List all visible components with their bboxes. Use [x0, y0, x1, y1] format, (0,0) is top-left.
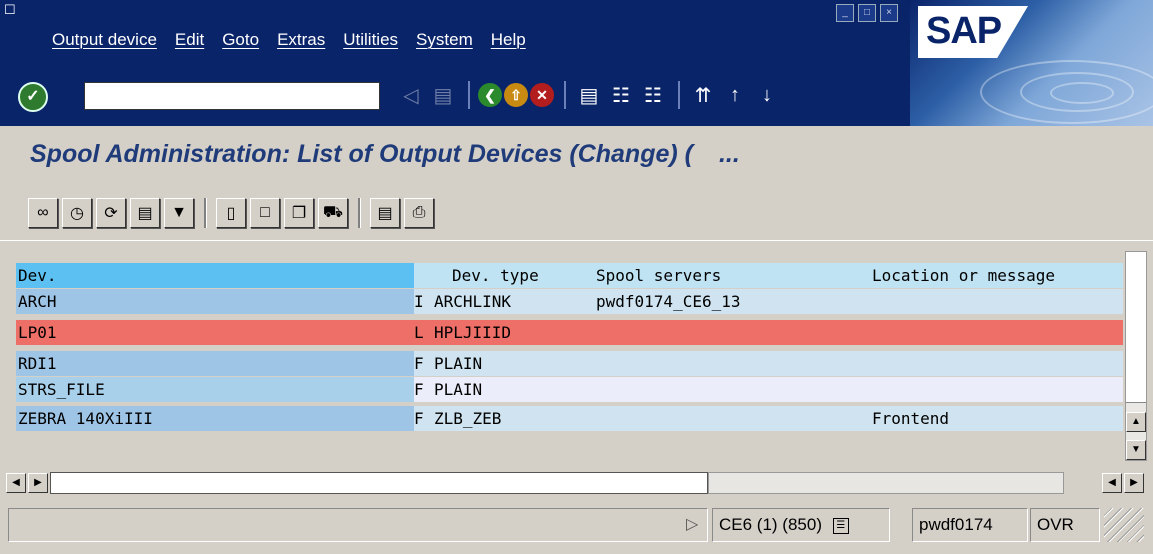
- horizontal-scrollbar-left[interactable]: [50, 472, 708, 494]
- menu-system[interactable]: System: [416, 30, 473, 50]
- cell-spool-server: pwdf0174_CE6_13: [596, 292, 741, 311]
- system-info-list-icon[interactable]: ☰: [832, 517, 849, 534]
- scroll-left-icon[interactable]: ◀: [1102, 473, 1122, 493]
- minimize-button[interactable]: _: [836, 4, 854, 22]
- find-icon[interactable]: ☷: [606, 80, 636, 110]
- previous-page-icon[interactable]: ↑: [720, 80, 750, 110]
- horizontal-scrollbar-right[interactable]: [708, 472, 1064, 494]
- expand-status-icon[interactable]: ▷: [686, 514, 698, 534]
- table-row[interactable]: RDI1 F PLAIN: [16, 351, 1123, 376]
- header-dev[interactable]: Dev.: [16, 263, 414, 288]
- scroll-left-icon[interactable]: ◀: [6, 473, 26, 493]
- print-icon[interactable]: ▤: [574, 80, 604, 110]
- system-info: CE6 (1) (850) ☰: [712, 508, 890, 542]
- header-dev-type[interactable]: Dev. type: [452, 263, 539, 288]
- menu-goto[interactable]: Goto: [222, 30, 259, 50]
- table-row[interactable]: ZEBRA 140XiIII F ZLB_ZEB Frontend: [16, 406, 1123, 431]
- cell-location: Frontend: [872, 409, 950, 428]
- exit-icon[interactable]: ⇧: [504, 83, 528, 107]
- cell-dev[interactable]: ARCH: [16, 289, 414, 314]
- create-icon[interactable]: □: [250, 198, 280, 228]
- header-location[interactable]: Location or message: [872, 263, 1055, 288]
- page-title: Spool Administration: List of Output Dev…: [30, 140, 740, 168]
- menu: Output device Edit Goto Extras Utilities…: [52, 30, 544, 50]
- status-message-area: [8, 508, 708, 542]
- window-controls: _ □ ×: [836, 4, 898, 22]
- system-menu-icon[interactable]: ☐: [4, 2, 20, 18]
- cell-dev-type: ZLB_ZEB: [434, 409, 502, 428]
- back-icon[interactable]: ❮: [478, 83, 502, 107]
- menu-extras[interactable]: Extras: [277, 30, 325, 50]
- history-clock-icon[interactable]: ◷: [62, 198, 92, 228]
- details-icon[interactable]: ▤: [370, 198, 400, 228]
- cell-dev[interactable]: ZEBRA 140XiIII: [16, 406, 414, 431]
- cell-class: F: [414, 380, 424, 399]
- cell-dev-type: PLAIN: [434, 354, 483, 373]
- scroll-up-icon[interactable]: ▲: [1126, 412, 1146, 432]
- scroll-down-icon[interactable]: ▼: [1126, 440, 1146, 460]
- sap-logo-panel: SAP: [910, 0, 1153, 126]
- printer-icon[interactable]: ⎙: [404, 198, 434, 228]
- cell-class: F: [414, 354, 424, 373]
- find-next-icon[interactable]: ☷: [638, 80, 668, 110]
- title-bar: Spool Administration: List of Output Dev…: [0, 126, 1153, 184]
- command-field[interactable]: [84, 82, 380, 110]
- resize-grip[interactable]: [1104, 508, 1144, 542]
- filter-icon[interactable]: ▼: [164, 198, 194, 228]
- copy-icon[interactable]: ❐: [284, 198, 314, 228]
- delete-icon[interactable]: ▯: [216, 198, 246, 228]
- next-page-icon[interactable]: ↓: [752, 80, 782, 110]
- close-button[interactable]: ×: [880, 4, 898, 22]
- cell-dev[interactable]: RDI1: [16, 351, 414, 376]
- cell-dev-type: PLAIN: [434, 380, 483, 399]
- menu-edit[interactable]: Edit: [175, 30, 204, 50]
- cell-dev[interactable]: LP01: [16, 320, 414, 345]
- table-row[interactable]: LP01 L HPLJIIID: [16, 320, 1123, 345]
- menu-utilities[interactable]: Utilities: [343, 30, 398, 50]
- save-icon[interactable]: ▤: [428, 80, 458, 110]
- standard-toolbar-icons: ◁ ▤ ❮ ⇧ ✕ ▤ ☷ ☷ ⇈ ↑ ↓: [396, 80, 784, 110]
- standard-toolbar: ✓ ▤ ◁ ▤ ❮ ⇧ ✕ ▤ ☷ ☷ ⇈ ↑ ↓: [0, 72, 910, 126]
- cell-class: F: [414, 409, 424, 428]
- server-name: pwdf0174: [912, 508, 1028, 542]
- command-history-icon[interactable]: ▤: [360, 90, 373, 107]
- table-row[interactable]: STRS_FILE F PLAIN: [16, 377, 1123, 402]
- list-header: Dev. Dev. type Spool servers Location or…: [16, 263, 1123, 288]
- sap-logo: SAP: [918, 6, 1028, 58]
- transport-icon[interactable]: ⛟: [318, 198, 348, 228]
- cell-class: I: [414, 292, 424, 311]
- cell-dev-type: ARCHLINK: [434, 292, 512, 311]
- display-change-icon[interactable]: ∞: [28, 198, 58, 228]
- cell-dev-type: HPLJIIID: [434, 323, 512, 342]
- insert-mode[interactable]: OVR: [1030, 508, 1100, 542]
- enter-icon[interactable]: ✓: [18, 82, 48, 112]
- maximize-button[interactable]: □: [858, 4, 876, 22]
- vertical-scroll-thumb[interactable]: [1126, 252, 1146, 403]
- cell-dev[interactable]: STRS_FILE: [16, 377, 414, 402]
- scroll-right-icon[interactable]: ▶: [1124, 473, 1144, 493]
- cancel-icon[interactable]: ✕: [530, 83, 554, 107]
- menu-output-device[interactable]: Output device: [52, 30, 157, 50]
- cell-class: L: [414, 323, 424, 342]
- device-list: Dev. Dev. type Spool servers Location or…: [0, 240, 1153, 467]
- application-toolbar: ∞ ◷ ⟳ ▤ ▼ ▯ □ ❐ ⛟ ▤ ⎙: [0, 184, 1153, 240]
- refresh-icon[interactable]: ⟳: [96, 198, 126, 228]
- collapse-arrow-icon[interactable]: ◁: [396, 80, 426, 110]
- table-row[interactable]: ARCH I ARCHLINK pwdf0174_CE6_13: [16, 289, 1123, 314]
- output-print-icon[interactable]: ▤: [130, 198, 160, 228]
- first-page-icon[interactable]: ⇈: [688, 80, 718, 110]
- status-bar: ▷ CE6 (1) (850) ☰ pwdf0174 OVR: [0, 496, 1153, 554]
- menu-help[interactable]: Help: [491, 30, 526, 50]
- scroll-right-icon[interactable]: ▶: [28, 473, 48, 493]
- header-spool-servers[interactable]: Spool servers: [596, 263, 721, 288]
